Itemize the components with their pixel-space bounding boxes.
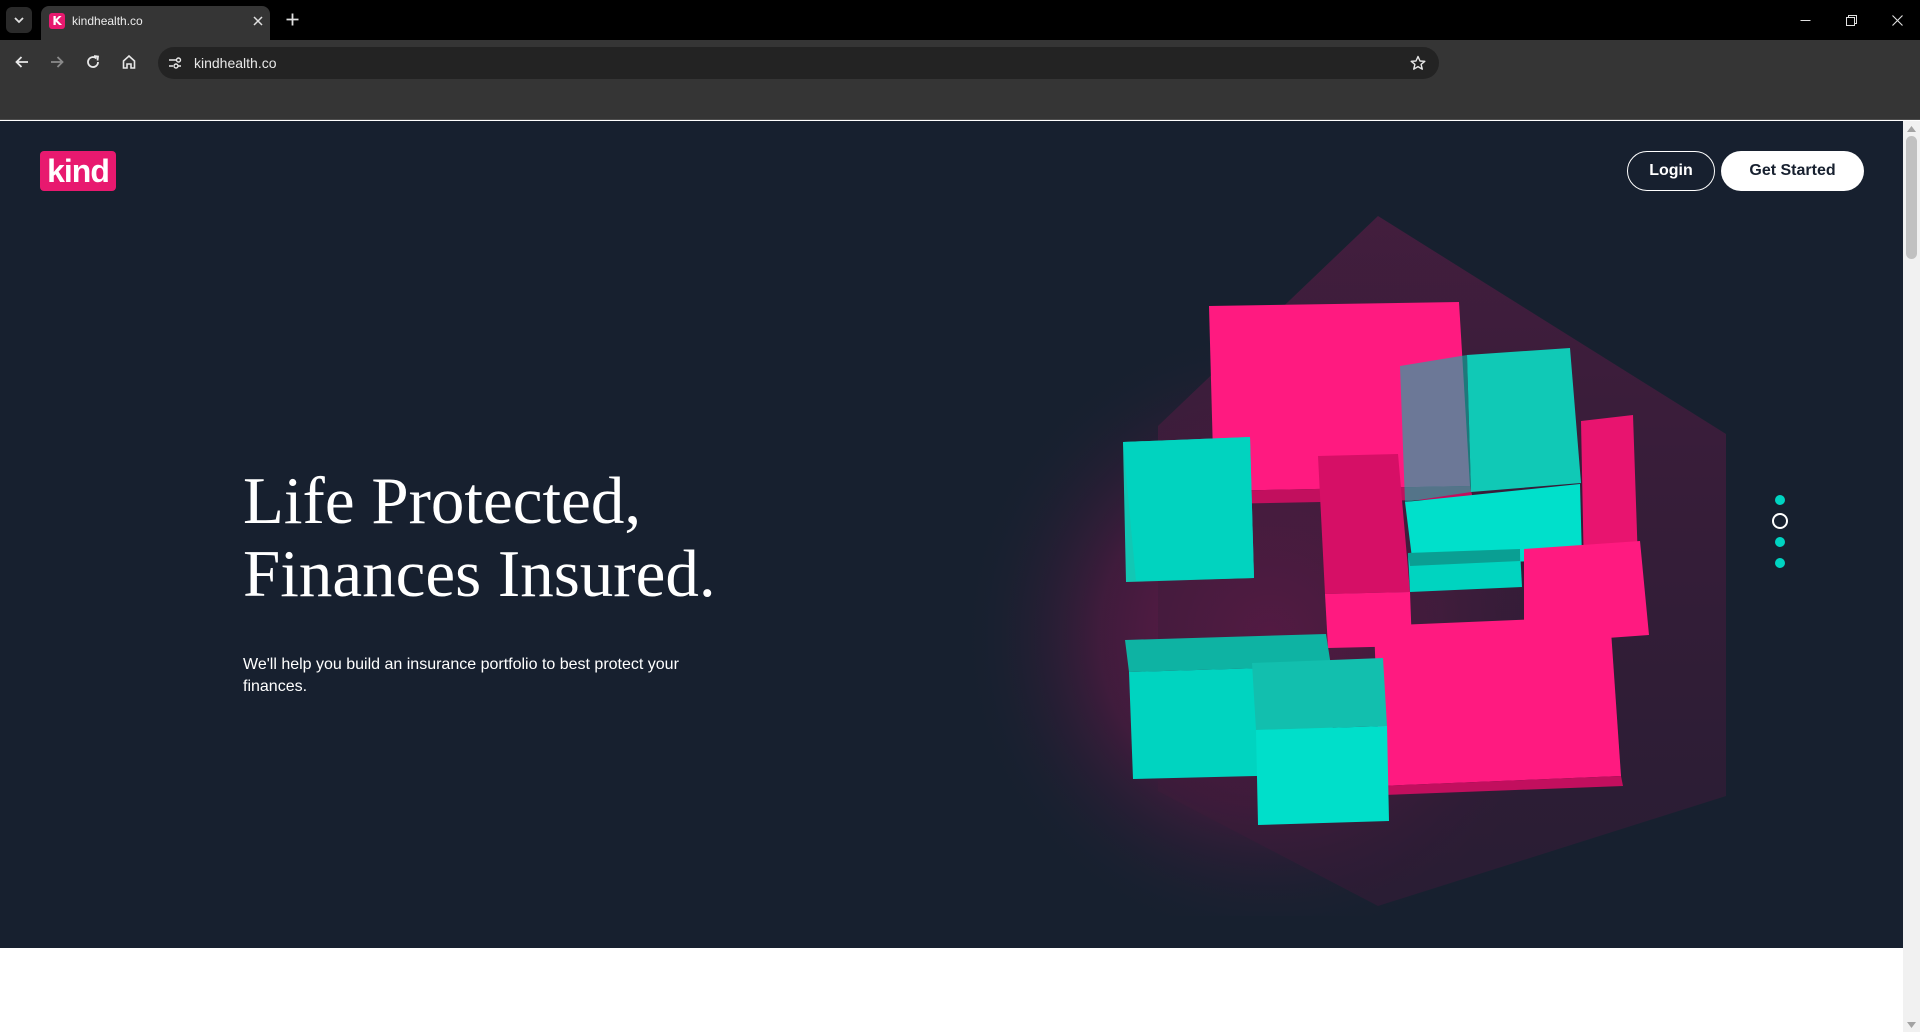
- scroll-thumb[interactable]: [1906, 136, 1917, 259]
- minimize-button[interactable]: [1782, 0, 1828, 40]
- get-started-button[interactable]: Get Started: [1721, 151, 1864, 191]
- back-icon: [15, 56, 28, 68]
- url-text[interactable]: kindhealth.co: [194, 55, 277, 71]
- browser-toolbar: kindhealth.co: [0, 40, 1920, 120]
- address-bar[interactable]: kindhealth.co: [158, 47, 1439, 79]
- bookmark-star-icon: [1410, 55, 1426, 70]
- reload-icon: [87, 55, 100, 68]
- scroll-down-icon: [1907, 1021, 1916, 1028]
- tab-close-button[interactable]: [248, 11, 268, 31]
- carousel-dots: [1770, 495, 1790, 575]
- hero-section: kind Login Get Started Life Protected, F…: [0, 121, 1903, 948]
- hero-headline: Life Protected, Finances Insured.: [243, 465, 863, 611]
- tab-list-icon: [14, 17, 24, 24]
- scroll-down-arrow[interactable]: [1907, 1020, 1916, 1029]
- new-tab-button[interactable]: [281, 8, 303, 30]
- tab-title: kindhealth.co: [72, 14, 143, 28]
- restore-icon: [1845, 14, 1857, 26]
- page-scrollbar[interactable]: [1903, 121, 1920, 1032]
- close-window-icon: [1891, 14, 1903, 26]
- login-button[interactable]: Login: [1627, 151, 1715, 191]
- carousel-dot-1[interactable]: [1775, 495, 1785, 505]
- web-page: kind Login Get Started Life Protected, F…: [0, 121, 1903, 1032]
- minimize-icon: [1800, 19, 1810, 21]
- home-button[interactable]: [115, 48, 143, 76]
- forward-button[interactable]: [43, 48, 71, 76]
- carousel-dot-4[interactable]: [1775, 558, 1785, 568]
- browser-tab-active[interactable]: K kindhealth.co: [41, 6, 270, 40]
- bookmark-button[interactable]: [1407, 52, 1429, 74]
- home-icon: [122, 54, 136, 69]
- new-tab-icon: [286, 13, 298, 25]
- headline-line-1: Life Protected,: [243, 464, 642, 538]
- favicon-icon: K: [49, 13, 65, 29]
- scroll-up-icon: [1907, 125, 1916, 132]
- tab-close-icon: [253, 16, 263, 26]
- forward-icon: [51, 56, 64, 68]
- tab-list-button[interactable]: [6, 7, 32, 33]
- logo-text: kind: [47, 153, 110, 189]
- site-info-icon: [169, 57, 182, 69]
- browser-tab-bar: K kindhealth.co: [0, 0, 1920, 40]
- close-window-button[interactable]: [1874, 0, 1920, 40]
- carousel-dot-3[interactable]: [1775, 537, 1785, 547]
- headline-line-2: Finances Insured.: [243, 537, 716, 611]
- kind-logo[interactable]: kind: [40, 151, 116, 191]
- hero-blocks-illustration: [960, 216, 1726, 916]
- back-button[interactable]: [8, 48, 36, 76]
- hero-subtext: We'll help you build an insurance portfo…: [243, 656, 679, 695]
- reload-button[interactable]: [79, 48, 107, 76]
- site-info-button[interactable]: [164, 52, 186, 74]
- scroll-up-arrow[interactable]: [1907, 124, 1916, 133]
- carousel-dot-2-active[interactable]: [1772, 513, 1788, 529]
- restore-button[interactable]: [1828, 0, 1874, 40]
